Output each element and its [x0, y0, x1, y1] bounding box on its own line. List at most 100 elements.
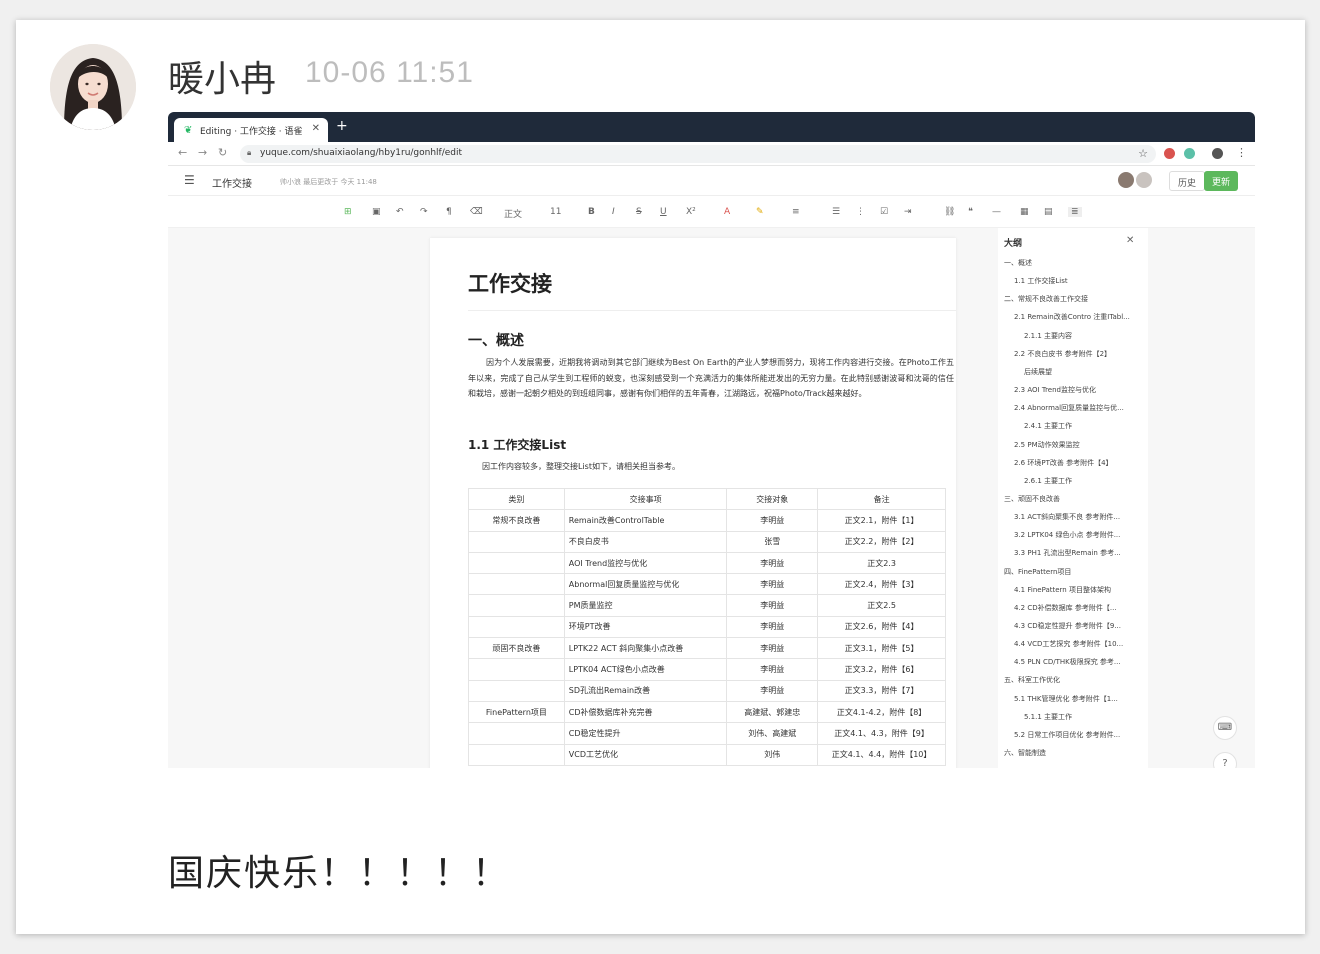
- outline-item[interactable]: 三、顽固不良改善: [1004, 494, 1060, 504]
- table-cell[interactable]: 刘伟、高建斌: [726, 722, 819, 745]
- forward-icon[interactable]: →: [198, 146, 207, 159]
- underline-icon[interactable]: U: [660, 207, 667, 217]
- outline-item[interactable]: 4.2 CD补偿数据库 参考附件【...: [1014, 603, 1117, 613]
- outline-item[interactable]: 3.3 PH1 孔流出型Remain 参考...: [1014, 548, 1121, 558]
- table-cell[interactable]: 正文2.6，附件【4】: [817, 615, 946, 639]
- save-icon[interactable]: ▣: [372, 207, 381, 217]
- table-cell[interactable]: 李明益: [726, 551, 819, 575]
- document-page[interactable]: 工作交接 一、概述 因为个人发展需要，近期我将调动到其它部门继续为Best On…: [430, 238, 956, 768]
- table-cell[interactable]: [468, 658, 565, 681]
- table-cell[interactable]: [468, 530, 565, 553]
- table-cell[interactable]: LPTK04 ACT绿色小点改善: [563, 658, 728, 681]
- table-cell[interactable]: 高建斌、郭建忠: [726, 700, 819, 724]
- bookmark-star-icon[interactable]: ☆: [1138, 147, 1148, 160]
- help-icon[interactable]: ?: [1213, 752, 1237, 768]
- link-icon[interactable]: ⛓: [944, 207, 955, 217]
- extension-icon[interactable]: [1184, 148, 1195, 159]
- back-icon[interactable]: ←: [178, 146, 187, 159]
- close-outline-icon[interactable]: ✕: [1126, 235, 1134, 246]
- subsection-heading[interactable]: 1.1 工作交接List: [468, 436, 566, 453]
- divider-icon[interactable]: —: [992, 207, 1001, 217]
- outline-item[interactable]: 后续展望: [1024, 367, 1052, 377]
- screenshot-image[interactable]: ❦ Editing · 工作交接 · 语雀 ✕ + ← → ↻ 🔒︎ yuque…: [168, 112, 1255, 768]
- table-cell[interactable]: 正文2.2，附件【2】: [817, 530, 946, 553]
- author-avatar[interactable]: [50, 44, 136, 130]
- outline-item[interactable]: 5.1.1 主要工作: [1024, 712, 1072, 722]
- outline-item[interactable]: 2.6.1 主要工作: [1024, 476, 1072, 486]
- handover-table[interactable]: 类别 交接事项 交接对象 备注 常规不良改善 Remain改善ControlTab…: [468, 487, 946, 766]
- table-cell[interactable]: 李明益: [726, 594, 819, 617]
- profile-icon[interactable]: [1212, 148, 1223, 159]
- outline-item[interactable]: 3.1 ACT斜向聚集不良 参考附件...: [1014, 512, 1120, 522]
- paragraph-style-select[interactable]: 正文: [504, 207, 522, 220]
- sidebar-toggle-icon[interactable]: ☰: [184, 173, 195, 187]
- doc-name[interactable]: 工作交接: [212, 175, 252, 190]
- table-cell[interactable]: AOI Trend监控与优化: [563, 551, 728, 575]
- table-cell[interactable]: 李明益: [726, 573, 819, 596]
- table-cell[interactable]: VCD工艺优化: [563, 743, 728, 766]
- browser-menu-icon[interactable]: ⋮: [1236, 146, 1247, 159]
- bold-icon[interactable]: B: [588, 207, 595, 217]
- list-intro-text[interactable]: 因工作内容较多，整理交接List如下，请相关担当参考。: [482, 461, 680, 472]
- table-cell[interactable]: 正文2.1，附件【1】: [817, 509, 946, 532]
- table-cell[interactable]: [468, 551, 565, 575]
- message-text[interactable]: 国庆快乐！！！！！: [168, 844, 510, 896]
- image-icon[interactable]: ▦: [1020, 207, 1029, 217]
- insert-icon[interactable]: ⊞: [344, 207, 352, 217]
- table-icon[interactable]: ▤: [1044, 207, 1053, 217]
- table-cell[interactable]: 刘伟: [726, 743, 819, 766]
- browser-tab[interactable]: ❦ Editing · 工作交接 · 语雀 ✕: [174, 118, 328, 142]
- quote-icon[interactable]: ❝: [968, 207, 973, 217]
- outline-item[interactable]: 四、FinePattern项目: [1004, 567, 1071, 577]
- outline-item[interactable]: 5.1 THK管理优化 参考附件【1...: [1014, 694, 1118, 704]
- table-cell[interactable]: [468, 743, 565, 766]
- font-color-icon[interactable]: A: [724, 207, 730, 217]
- table-cell[interactable]: 李明益: [726, 679, 819, 702]
- outline-item[interactable]: 五、科室工作优化: [1004, 675, 1060, 685]
- outline-item[interactable]: 2.3 AOI Trend监控与优化: [1014, 385, 1096, 395]
- table-cell[interactable]: 正文4.1、4.3，附件【9】: [817, 722, 946, 745]
- table-cell[interactable]: FinePattern项目: [468, 700, 565, 724]
- table-cell[interactable]: CD稳定性提升: [563, 722, 728, 745]
- table-cell[interactable]: 李明益: [726, 615, 819, 639]
- doc-title[interactable]: 工作交接: [468, 268, 552, 298]
- font-size-select[interactable]: 11: [550, 207, 561, 217]
- table-cell[interactable]: 张雪: [726, 530, 819, 553]
- table-cell[interactable]: SD孔流出Remain改善: [563, 679, 728, 702]
- table-cell[interactable]: 李明益: [726, 637, 819, 660]
- table-cell[interactable]: CD补偿数据库补充完善: [563, 700, 728, 724]
- history-button[interactable]: 历史: [1169, 171, 1206, 191]
- outline-item[interactable]: 六、智能制造: [1004, 748, 1046, 758]
- section-heading[interactable]: 一、概述: [468, 330, 524, 350]
- table-cell[interactable]: [468, 573, 565, 596]
- outline-item[interactable]: 3.2 LPTK04 绿色小点 参考附件...: [1014, 530, 1120, 540]
- table-cell[interactable]: PM质量监控: [563, 594, 728, 617]
- table-cell[interactable]: 正文4.1-4.2，附件【8】: [817, 700, 946, 724]
- undo-icon[interactable]: ↶: [396, 207, 404, 217]
- table-cell[interactable]: 正文2.4，附件【3】: [817, 573, 946, 596]
- table-cell[interactable]: LPTK22 ACT 斜向聚集小点改善: [563, 637, 728, 660]
- keyboard-icon[interactable]: ⌨: [1213, 716, 1237, 740]
- outline-item[interactable]: 4.4 VCD工艺探究 参考附件【10...: [1014, 639, 1123, 649]
- outline-item[interactable]: 2.2 不良白皮书 参考附件【2】: [1014, 349, 1111, 359]
- collaborator-avatar[interactable]: [1118, 172, 1134, 188]
- superscript-icon[interactable]: X²: [686, 207, 696, 217]
- extension-icon[interactable]: [1164, 148, 1175, 159]
- outline-item[interactable]: 2.5 PM动作效果监控: [1014, 440, 1080, 450]
- outline-item[interactable]: 4.3 CD稳定性提升 参考附件【9...: [1014, 621, 1121, 631]
- table-cell[interactable]: 李明益: [726, 658, 819, 681]
- table-cell[interactable]: 正文3.3，附件【7】: [817, 679, 946, 702]
- table-cell[interactable]: 顽固不良改善: [468, 637, 565, 660]
- table-cell[interactable]: [468, 722, 565, 745]
- table-cell[interactable]: 正文3.2，附件【6】: [817, 658, 946, 681]
- reload-icon[interactable]: ↻: [218, 146, 227, 159]
- bullet-list-icon[interactable]: ☰: [832, 207, 840, 217]
- outline-item[interactable]: 2.6 环境PT改善 参考附件【4】: [1014, 458, 1113, 468]
- table-cell[interactable]: [468, 615, 565, 639]
- align-icon[interactable]: ≡: [792, 207, 800, 217]
- outline-item[interactable]: 4.5 PLN CD/THK极限探究 参考...: [1014, 657, 1121, 667]
- strikethrough-icon[interactable]: S: [636, 207, 642, 217]
- table-cell[interactable]: Remain改善ControlTable: [563, 509, 728, 532]
- table-cell[interactable]: 正文2.5: [817, 594, 946, 617]
- url-input[interactable]: 🔒︎ yuque.com/shuaixiaolang/hby1ru/gonhlf…: [240, 145, 1156, 163]
